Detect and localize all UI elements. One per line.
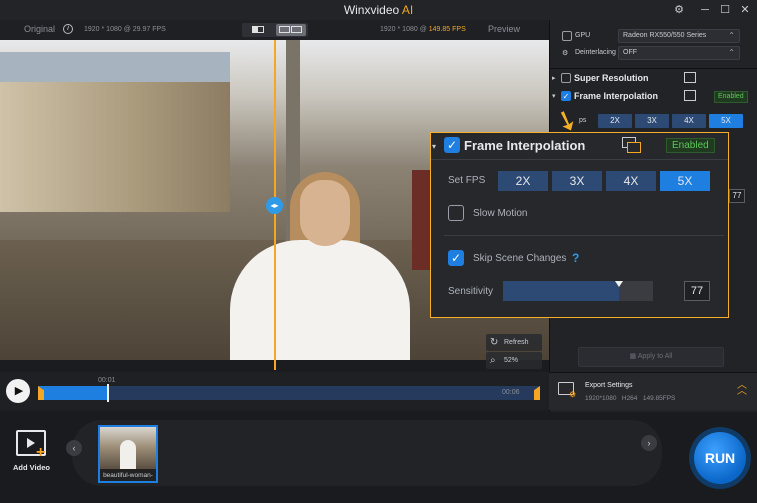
thumbnail-label: beautiful-woman-: [103, 472, 153, 479]
zoom-frame-interpolation-icon: [622, 137, 642, 153]
video-scene-wall-top: [0, 52, 230, 82]
timeline-progress: [38, 386, 108, 400]
divider: [431, 159, 728, 160]
sensitivity-label: Sensitivity: [448, 286, 494, 297]
zoom-fps-4x-button[interactable]: 4X: [606, 171, 656, 191]
export-settings-summary: 1920*1080 H264 149.85FPS: [585, 395, 676, 402]
skip-scene-changes-checkbox[interactable]: ✓: [448, 250, 464, 266]
frame-interpolation-label: Frame Interpolation: [574, 91, 659, 101]
export-settings-panel[interactable]: [549, 372, 757, 410]
frame-interpolation-status: Enabled: [714, 91, 748, 103]
timeline-track[interactable]: [38, 386, 540, 400]
super-resolution-icon: [684, 72, 696, 83]
zoom-fps-5x-button[interactable]: 5X: [660, 171, 710, 191]
divider: [549, 68, 757, 69]
slow-motion-label: Slow Motion: [473, 208, 528, 219]
split-handle-icon[interactable]: ◂▸: [266, 197, 283, 214]
apply-to-all-button[interactable]: ▦ Apply to All: [578, 347, 724, 367]
zoom-frame-interpolation-title: Frame Interpolation: [464, 138, 586, 153]
end-time: 00:06: [502, 389, 520, 396]
minimize-icon[interactable]: ─: [698, 3, 712, 17]
add-plus-icon: +: [36, 444, 46, 461]
super-resolution-label: Super Resolution: [574, 73, 649, 83]
frame-interpolation-icon: [684, 90, 696, 101]
sensitivity-value-box[interactable]: 77: [729, 189, 745, 203]
zoom-button[interactable]: ⌕ 52%: [486, 352, 542, 369]
select-arrow-icon: ⌃: [728, 31, 735, 40]
original-label: Original: [24, 24, 56, 34]
current-time: 00:01: [98, 377, 116, 384]
super-resolution-checkbox[interactable]: [561, 73, 571, 83]
strip-prev-icon[interactable]: ‹: [66, 440, 82, 456]
sensitivity-slider-thumb[interactable]: [615, 281, 623, 287]
preview-info: 1920 * 1080 @ 149.85 FPS: [380, 26, 466, 33]
gpu-label: GPU: [575, 32, 591, 39]
deinterlacing-icon: ⚙: [562, 50, 569, 57]
zoom-fps-2x-button[interactable]: 2X: [498, 171, 548, 191]
export-gear-icon: ⚙: [569, 390, 577, 399]
refresh-button[interactable]: ↻ Refresh: [486, 334, 542, 351]
original-info: 1920 * 1080 @ 29.97 FPS: [84, 26, 166, 33]
apply-icon: ▦: [629, 353, 638, 360]
video-scene-face: [300, 180, 350, 246]
add-video-label[interactable]: Add Video: [13, 463, 50, 472]
set-fps-label: Set FPS: [448, 175, 486, 186]
split-view-button[interactable]: [244, 25, 272, 35]
side-by-side-button[interactable]: [276, 24, 306, 36]
zoom-frame-interpolation-checkbox[interactable]: ✓: [444, 137, 460, 153]
expand-caret-icon[interactable]: ▸: [552, 74, 556, 82]
expand-export-icon[interactable]: ︿ ︿: [737, 381, 747, 397]
zoom-icon: ⌕: [490, 355, 496, 366]
app-title: Winxvideo AI: [343, 3, 414, 17]
playhead[interactable]: [107, 384, 109, 402]
deinterlacing-label: Deinterlacing: [575, 49, 616, 56]
fps-3x-button[interactable]: 3X: [635, 114, 669, 128]
thumbnail-figure: [120, 440, 136, 469]
frame-interpolation-checkbox[interactable]: ✓: [561, 91, 571, 101]
skip-scene-changes-label: Skip Scene Changes: [473, 253, 567, 264]
zoom-fps-3x-button[interactable]: 3X: [552, 171, 602, 191]
video-strip: [72, 420, 662, 486]
refresh-icon: ↻: [490, 337, 499, 348]
zoom-enabled-badge: Enabled: [666, 138, 715, 153]
export-settings-title: Export Settings: [585, 382, 633, 389]
help-icon[interactable]: ?: [572, 251, 579, 265]
play-button[interactable]: ▶: [6, 379, 30, 403]
slow-motion-checkbox[interactable]: [448, 205, 464, 221]
run-button[interactable]: RUN: [694, 432, 746, 484]
fps-5x-button[interactable]: 5X: [709, 114, 743, 128]
settings-gear-icon[interactable]: ⚙: [672, 3, 686, 17]
select-arrow-icon: ⌃: [728, 48, 735, 57]
divider: [444, 235, 724, 236]
sensitivity-slider-fill: [503, 281, 619, 301]
video-scene-person: [230, 240, 410, 360]
collapse-caret-icon[interactable]: ▾: [552, 92, 556, 100]
gpu-select[interactable]: Radeon RX550/550 Series ⌃: [618, 29, 740, 43]
preview-label: Preview: [488, 24, 521, 34]
fps-4x-button[interactable]: 4X: [672, 114, 706, 128]
info-icon[interactable]: i: [63, 24, 73, 34]
gpu-checkbox[interactable]: [562, 31, 572, 41]
maximize-icon[interactable]: ☐: [718, 3, 732, 17]
zoom-sensitivity-value-box[interactable]: 77: [684, 281, 710, 301]
close-icon[interactable]: ✕: [738, 3, 752, 17]
fps-2x-button[interactable]: 2X: [598, 114, 632, 128]
strip-next-icon[interactable]: ›: [641, 435, 657, 451]
deinterlacing-select[interactable]: OFF ⌃: [618, 46, 740, 60]
zoom-collapse-caret-icon[interactable]: ▾: [432, 142, 436, 151]
